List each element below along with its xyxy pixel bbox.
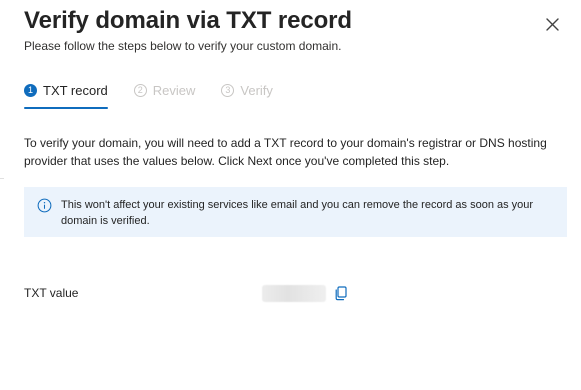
step-indicator: 1 TXT record 2 Review 3 Verify — [24, 80, 273, 109]
close-icon — [545, 17, 559, 31]
step-label: TXT record — [43, 82, 108, 98]
step-label: Verify — [240, 82, 273, 98]
txt-value-redacted — [262, 285, 326, 302]
copy-button[interactable] — [333, 285, 349, 302]
page-title: Verify domain via TXT record — [24, 7, 352, 34]
step-number: 2 — [133, 83, 147, 97]
step-txt-record[interactable]: 1 TXT record — [24, 80, 108, 109]
step-label: Review — [152, 82, 196, 98]
instructions-text: To verify your domain, you will need to … — [24, 136, 547, 168]
step-number: 1 — [24, 83, 37, 97]
close-button[interactable] — [542, 14, 562, 34]
divider — [0, 178, 4, 179]
step-review[interactable]: 2 Review — [133, 80, 196, 100]
info-message-text: This won't affect your existing services… — [61, 199, 534, 227]
info-icon — [37, 198, 52, 213]
step-number: 3 — [221, 83, 235, 97]
info-message-bar: This won't affect your existing services… — [24, 187, 567, 237]
copy-icon — [335, 286, 347, 301]
txt-value-label: TXT value — [24, 286, 79, 300]
verify-domain-panel: Verify domain via TXT record Please foll… — [0, 0, 581, 390]
page-subtitle: Please follow the steps below to verify … — [24, 39, 342, 53]
step-verify[interactable]: 3 Verify — [221, 80, 273, 100]
